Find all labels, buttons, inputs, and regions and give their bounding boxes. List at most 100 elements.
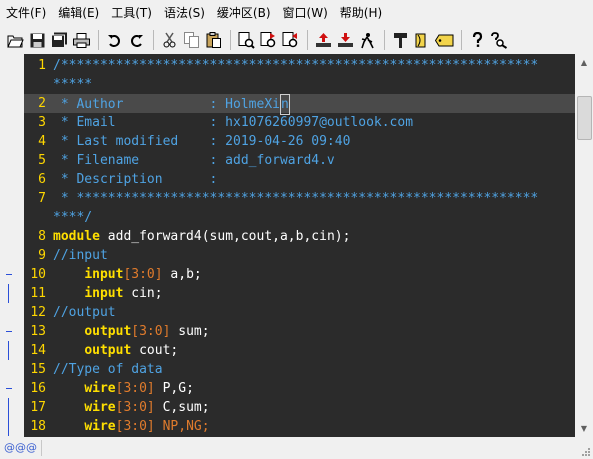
code-text: //input <box>53 246 108 265</box>
code-text: /***************************************… <box>53 56 538 75</box>
code-token: [3:0] <box>115 381 155 396</box>
paste-icon[interactable] <box>204 31 223 50</box>
print-icon[interactable] <box>72 31 91 50</box>
line-number: 13 <box>30 324 46 339</box>
menu-item[interactable]: 编辑(E) <box>52 0 105 26</box>
save-all-icon[interactable] <box>50 31 69 50</box>
fold-marker <box>0 208 24 227</box>
status-divider <box>41 440 42 456</box>
code-line[interactable]: 8 module add_forward4(sum,cout,a,b,cin); <box>0 227 575 246</box>
fold-marker[interactable] <box>0 379 24 398</box>
code-line[interactable]: 17 wire[3:0] C,sum; <box>0 398 575 417</box>
toolbar <box>0 26 593 54</box>
fold-marker <box>0 170 24 189</box>
code-text: output[3:0] sum; <box>53 322 209 341</box>
code-text: input cin; <box>53 284 162 303</box>
menu-item[interactable]: 工具(T) <box>105 0 158 26</box>
code-token: ***** <box>53 77 93 92</box>
code-line[interactable]: 2 * Author : HolmeXin <box>0 94 575 115</box>
code-line[interactable]: 14 output cout; <box>0 341 575 360</box>
find-prev-icon[interactable] <box>281 31 300 50</box>
run-script-icon[interactable] <box>358 31 377 50</box>
menu-item[interactable]: 文件(F) <box>0 0 52 26</box>
code-line[interactable]: 5 * Filename : add_forward4.v <box>0 151 575 170</box>
code-line[interactable]: ***** <box>0 75 575 94</box>
cut-icon[interactable] <box>160 31 179 50</box>
menu-item[interactable]: 窗口(W) <box>277 0 334 26</box>
redo-icon[interactable] <box>127 31 146 50</box>
resize-grip-icon[interactable] <box>581 447 591 457</box>
fold-marker <box>0 360 24 379</box>
line-number: 6 <box>38 172 46 187</box>
code-token: //input <box>53 248 108 263</box>
code-token: * Author : HolmeXi <box>53 97 280 112</box>
fold-marker <box>0 132 24 151</box>
code-line[interactable]: 15 //Type of data <box>0 360 575 379</box>
scroll-down-arrow-icon[interactable]: ▼ <box>575 420 593 437</box>
code-token: output <box>84 324 132 339</box>
code-line[interactable]: 1 /**************************************… <box>0 56 575 75</box>
find-icon[interactable] <box>237 31 256 50</box>
code-text: * Filename : add_forward4.v <box>53 151 335 170</box>
help-icon[interactable] <box>468 31 487 50</box>
fold-marker[interactable] <box>0 417 24 436</box>
code-line[interactable]: 3 * Email : hx1076260997@outlook.com <box>0 113 575 132</box>
code-token: NP,NG; <box>154 419 210 434</box>
load-session-icon[interactable] <box>314 31 333 50</box>
line-number: 3 <box>38 115 46 130</box>
code-text: //Type of data <box>53 360 163 379</box>
fold-marker[interactable] <box>0 322 24 341</box>
code-line[interactable]: 10 input[3:0] a,b; <box>0 265 575 284</box>
code-line[interactable]: 18 wire[3:0] NP,NG; <box>0 417 575 436</box>
copy-icon[interactable] <box>182 31 201 50</box>
code-editor[interactable]: 1 /**************************************… <box>0 54 575 437</box>
scroll-up-arrow-icon[interactable]: ▲ <box>575 54 593 71</box>
fold-marker[interactable] <box>0 341 24 360</box>
find-next-icon[interactable] <box>259 31 278 50</box>
vertical-scrollbar[interactable]: ▲ ▼ <box>575 54 593 437</box>
save-icon[interactable] <box>28 31 47 50</box>
code-token: ****/ <box>53 210 93 225</box>
fold-marker[interactable] <box>0 284 24 303</box>
code-line[interactable]: 6 * Description : <box>0 170 575 189</box>
menu-item[interactable]: 帮助(H) <box>334 0 388 26</box>
tag-jump-icon[interactable] <box>435 31 454 50</box>
code-line[interactable]: 13 output[3:0] sum; <box>0 322 575 341</box>
code-line[interactable]: 7 * ************************************… <box>0 189 575 208</box>
fold-marker[interactable] <box>0 398 24 417</box>
menu-item[interactable]: 语法(S) <box>158 0 211 26</box>
code-line[interactable]: 16 wire[3:0] P,G; <box>0 379 575 398</box>
code-text: wire[3:0] NP,NG; <box>53 417 210 436</box>
save-session-icon[interactable] <box>336 31 355 50</box>
code-line[interactable]: 11 input cin; <box>0 284 575 303</box>
status-text: @@@ <box>4 441 37 454</box>
fold-marker <box>0 246 24 265</box>
code-token: add_forward4(sum,cout,a,b,cin); <box>99 229 351 244</box>
code-token: //Type of data <box>53 362 163 377</box>
code-line[interactable]: ****/ <box>0 208 575 227</box>
code-line[interactable]: 12 //output <box>0 303 575 322</box>
line-number: 2 <box>38 96 46 111</box>
run-shell-icon[interactable] <box>413 31 432 50</box>
toolbar-separator <box>461 30 462 50</box>
code-line[interactable]: 9 //input <box>0 246 575 265</box>
code-text: ***** <box>53 75 92 94</box>
line-number: 1 <box>38 58 46 73</box>
scrollbar-thumb[interactable] <box>577 96 592 140</box>
find-help-icon[interactable] <box>490 31 509 50</box>
line-number: 9 <box>38 248 46 263</box>
undo-icon[interactable] <box>105 31 124 50</box>
toolbar-separator <box>307 30 308 50</box>
fold-marker[interactable] <box>0 265 24 284</box>
fold-marker <box>0 227 24 246</box>
code-token: [3:0] <box>123 267 163 282</box>
make-icon[interactable] <box>391 31 410 50</box>
code-text: * Last modified : 2019-04-26 09:40 <box>53 132 351 151</box>
code-line[interactable]: 4 * Last modified : 2019-04-26 09:40 <box>0 132 575 151</box>
toolbar-separator <box>98 30 99 50</box>
open-file-icon[interactable] <box>6 31 25 50</box>
menu-item[interactable]: 缓冲区(B) <box>211 0 277 26</box>
code-text: wire[3:0] P,G; <box>53 379 194 398</box>
